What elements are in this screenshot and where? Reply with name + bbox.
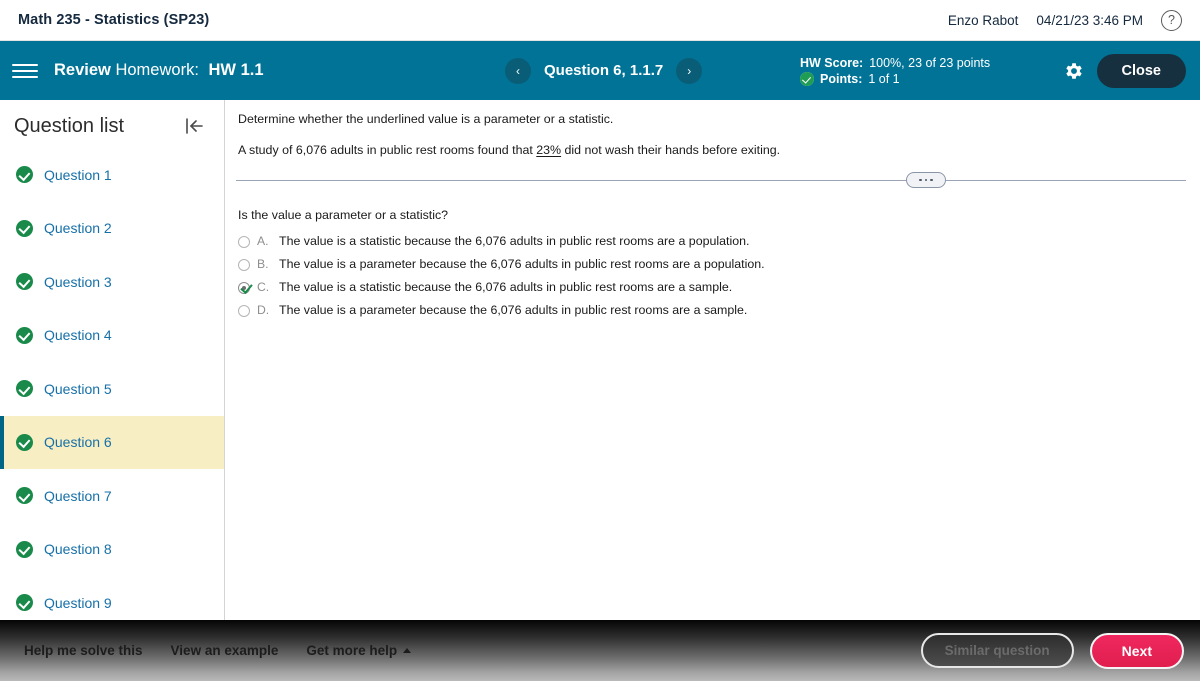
- check-circle-icon: [16, 166, 33, 184]
- answer-choice-a[interactable]: A. The value is a statistic because the 6…: [238, 234, 1200, 248]
- sidebar-item-label: Question 1: [44, 166, 112, 183]
- radio-selected-icon[interactable]: [238, 281, 250, 294]
- sidebar-item-label: Question 9: [44, 594, 112, 611]
- sidebar-item-question-5[interactable]: Question 5: [0, 362, 224, 416]
- question-body-after: did not wash their hands before exiting.: [561, 142, 781, 157]
- answer-choice-letter: B.: [257, 256, 269, 271]
- points-row: Points: 1 of 1: [800, 71, 990, 86]
- radio-icon[interactable]: [238, 258, 250, 271]
- course-bar-right: Enzo Rabot 04/21/23 3:46 PM ?: [947, 9, 1182, 31]
- question-body-before: A study of 6,076 adults in public rest r…: [238, 142, 537, 157]
- course-title: Math 235 - Statistics (SP23): [18, 12, 210, 28]
- next-button[interactable]: Next: [1089, 632, 1184, 669]
- homework-title: Review Homework: HW 1.1: [54, 61, 264, 80]
- divider-line: [236, 179, 1186, 181]
- check-circle-icon: [16, 273, 33, 291]
- question-navigator: ‹ Question 6, 1.1.7 ›: [505, 41, 703, 100]
- answer-choice-text: The value is a parameter because the 6,0…: [279, 302, 748, 317]
- radio-icon[interactable]: [238, 235, 250, 248]
- score-summary: HW Score: 100%, 23 of 23 points Points: …: [800, 41, 990, 100]
- question-list-items: Question 1 Question 2 Question 3 Question 4…: [0, 148, 224, 621]
- homework-header: Review Homework: HW 1.1 ‹ Question 6, 1.…: [0, 41, 1200, 100]
- check-circle-icon: [16, 540, 33, 558]
- homework-player: Math 235 - Statistics (SP23) Enzo Rabot …: [0, 0, 1200, 681]
- sidebar-item-question-8[interactable]: Question 8: [0, 523, 224, 577]
- check-circle-icon: [16, 594, 33, 612]
- check-circle-icon: [800, 71, 814, 86]
- previous-question-button[interactable]: ‹: [505, 57, 531, 84]
- action-buttons: Similar question Next: [920, 632, 1184, 669]
- question-prompt: Is the value a parameter or a statistic?: [238, 207, 449, 222]
- question-list-title: Question list: [14, 114, 125, 137]
- homework-title-code: HW 1.1: [208, 61, 264, 79]
- more-options-icon[interactable]: [906, 171, 946, 188]
- check-circle-icon: [16, 433, 33, 451]
- user-name: Enzo Rabot: [947, 12, 1019, 28]
- view-an-example-button[interactable]: View an example: [171, 643, 279, 658]
- hw-score-row: HW Score: 100%, 23 of 23 points: [800, 56, 990, 70]
- answer-choice-text: The value is a parameter because the 6,0…: [279, 256, 765, 271]
- points-label: Points:: [820, 71, 863, 86]
- sidebar-item-label: Question 3: [44, 273, 112, 290]
- close-button[interactable]: Close: [1096, 53, 1186, 88]
- course-bar: Math 235 - Statistics (SP23) Enzo Rabot …: [0, 0, 1200, 41]
- homework-title-prefix: Review: [54, 61, 111, 79]
- question-instruction: Determine whether the underlined value i…: [238, 112, 614, 126]
- question-body: A study of 6,076 adults in public rest r…: [238, 139, 1182, 162]
- question-list-header: Question list: [0, 100, 224, 148]
- sidebar-item-label: Question 5: [44, 380, 112, 397]
- answer-choice-letter: C.: [257, 279, 270, 294]
- answer-choice-letter: D.: [257, 302, 270, 317]
- radio-icon[interactable]: [238, 304, 250, 317]
- check-circle-icon: [16, 326, 33, 344]
- gear-icon[interactable]: [1063, 60, 1085, 82]
- sidebar-item-label: Question 7: [44, 487, 112, 504]
- question-list-sidebar: Question list Question 1 Question 2 Questi…: [0, 100, 225, 621]
- answer-choice-d[interactable]: D. The value is a parameter because the 6…: [238, 303, 1200, 317]
- sidebar-item-label: Question 8: [44, 541, 112, 558]
- sidebar-item-question-2[interactable]: Question 2: [0, 202, 224, 256]
- get-more-help-label: Get more help: [306, 643, 398, 658]
- get-more-help-button[interactable]: Get more help: [306, 643, 412, 658]
- sidebar-item-question-9[interactable]: Question 9: [0, 576, 224, 621]
- action-toolbar: Help me solve this View an example Get m…: [0, 620, 1200, 681]
- current-datetime: 04/21/23 3:46 PM: [1036, 12, 1143, 28]
- answer-choice-b[interactable]: B. The value is a parameter because the 6…: [238, 257, 1200, 271]
- question-underlined-value: 23%: [536, 142, 562, 157]
- hw-score-value: 100%, 23 of 23 points: [869, 55, 991, 70]
- sidebar-item-question-3[interactable]: Question 3: [0, 255, 224, 309]
- answer-choice-text: The value is a statistic because the 6,0…: [279, 279, 733, 294]
- sidebar-item-label: Question 6: [44, 434, 112, 451]
- answer-choice-letter: A.: [257, 233, 269, 248]
- sidebar-item-label: Question 2: [44, 220, 112, 237]
- question-content: Determine whether the underlined value i…: [226, 100, 1200, 621]
- check-circle-icon: [16, 487, 33, 505]
- question-stem: Determine whether the underlined value i…: [226, 100, 1200, 162]
- current-question-label: Question 6, 1.1.7: [544, 62, 664, 79]
- hw-score-label: HW Score:: [800, 55, 864, 70]
- answer-choice-text: The value is a statistic because the 6,0…: [279, 233, 750, 248]
- caret-up-icon: [403, 648, 412, 653]
- sidebar-item-label: Question 4: [44, 327, 112, 344]
- answer-choices: A. The value is a statistic because the 6…: [226, 222, 1200, 317]
- content-divider: [226, 170, 1200, 190]
- sidebar-item-question-4[interactable]: Question 4: [0, 309, 224, 363]
- help-icon[interactable]: ?: [1161, 9, 1182, 31]
- homework-title-label: Homework:: [115, 61, 199, 79]
- points-value: 1 of 1: [868, 71, 900, 86]
- sidebar-item-question-1[interactable]: Question 1: [0, 148, 224, 202]
- collapse-left-icon[interactable]: [182, 114, 206, 138]
- answer-choice-c[interactable]: C. The value is a statistic because the 6…: [238, 280, 1200, 294]
- check-circle-icon: [16, 380, 33, 398]
- help-me-solve-this-button[interactable]: Help me solve this: [24, 643, 143, 658]
- similar-question-button[interactable]: Similar question: [920, 633, 1074, 668]
- help-links: Help me solve this View an example Get m…: [24, 643, 412, 658]
- sidebar-item-question-7[interactable]: Question 7: [0, 469, 224, 523]
- check-circle-icon: [16, 219, 33, 237]
- sidebar-item-question-6[interactable]: Question 6: [0, 415, 224, 469]
- next-question-button[interactable]: ›: [676, 57, 703, 84]
- hamburger-icon[interactable]: [12, 61, 38, 81]
